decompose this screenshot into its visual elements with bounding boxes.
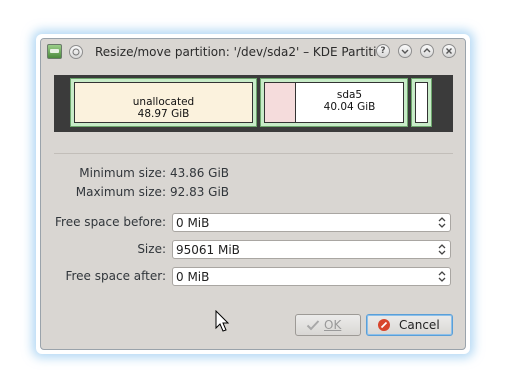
free-space-before-label: Free space before: <box>55 215 166 229</box>
help-button[interactable]: ? <box>376 44 390 58</box>
size-label: Size: <box>137 242 166 256</box>
chevron-up-icon <box>423 48 431 53</box>
resize-dialog: Resize/move partition: '/dev/sda2' – KDE… <box>40 38 466 350</box>
cancel-button-label: Cancel <box>399 318 440 332</box>
unallocated-block[interactable]: unallocated 48.97 GiB <box>70 78 257 127</box>
separator <box>54 153 453 154</box>
mouse-pointer-icon <box>215 310 230 332</box>
chevron-down-icon <box>401 49 409 54</box>
ok-button[interactable]: OK <box>295 314 361 336</box>
small-partition-block[interactable] <box>411 78 432 127</box>
maximum-size-value: 92.83 GiB <box>170 185 230 199</box>
sda5-size: 40.04 GiB <box>323 101 376 113</box>
spin-arrows-icon[interactable] <box>437 215 447 230</box>
close-icon <box>446 48 452 54</box>
cancel-icon <box>378 319 390 331</box>
spin-arrows-icon[interactable] <box>437 242 447 257</box>
spin-arrows-icon[interactable] <box>437 269 447 284</box>
unallocated-inner: unallocated 48.97 GiB <box>74 82 253 123</box>
partition-graphic: unallocated 48.97 GiB sda5 40.04 GiB <box>54 75 453 132</box>
unallocated-size: 48.97 GiB <box>137 108 190 120</box>
maximum-size-label: Maximum size: <box>75 185 166 199</box>
maximize-button[interactable] <box>420 44 434 58</box>
size-value: 95061 MiB <box>176 243 240 257</box>
free-space-before-value: 0 MiB <box>176 216 210 230</box>
size-spinbox[interactable]: 95061 MiB <box>172 240 451 259</box>
small-partition-inner <box>415 82 428 123</box>
partition-manager-app-icon[interactable] <box>47 44 62 59</box>
free-space-after-label: Free space after: <box>65 269 166 283</box>
cancel-button[interactable]: Cancel <box>366 314 453 336</box>
free-space-after-value: 0 MiB <box>176 270 210 284</box>
free-space-after-spinbox[interactable]: 0 MiB <box>172 267 451 286</box>
sda5-used-space <box>265 83 296 122</box>
free-space-before-spinbox[interactable]: 0 MiB <box>172 213 451 232</box>
ok-button-label: OK <box>324 318 342 332</box>
circle-icon <box>72 48 80 56</box>
close-button[interactable] <box>442 44 456 58</box>
minimum-size-label: Minimum size: <box>79 166 166 180</box>
sda5-inner: sda5 40.04 GiB <box>264 82 404 123</box>
titlebar[interactable]: Resize/move partition: '/dev/sda2' – KDE… <box>41 39 465 65</box>
minimum-size-value: 43.86 GiB <box>170 166 230 180</box>
checkmark-icon <box>306 320 320 331</box>
minimize-button[interactable] <box>398 44 412 58</box>
window-title: Resize/move partition: '/dev/sda2' – KDE… <box>95 45 377 59</box>
window-menu-button[interactable] <box>69 45 83 59</box>
help-icon: ? <box>380 46 386 56</box>
sda5-partition-block[interactable]: sda5 40.04 GiB <box>260 78 408 127</box>
